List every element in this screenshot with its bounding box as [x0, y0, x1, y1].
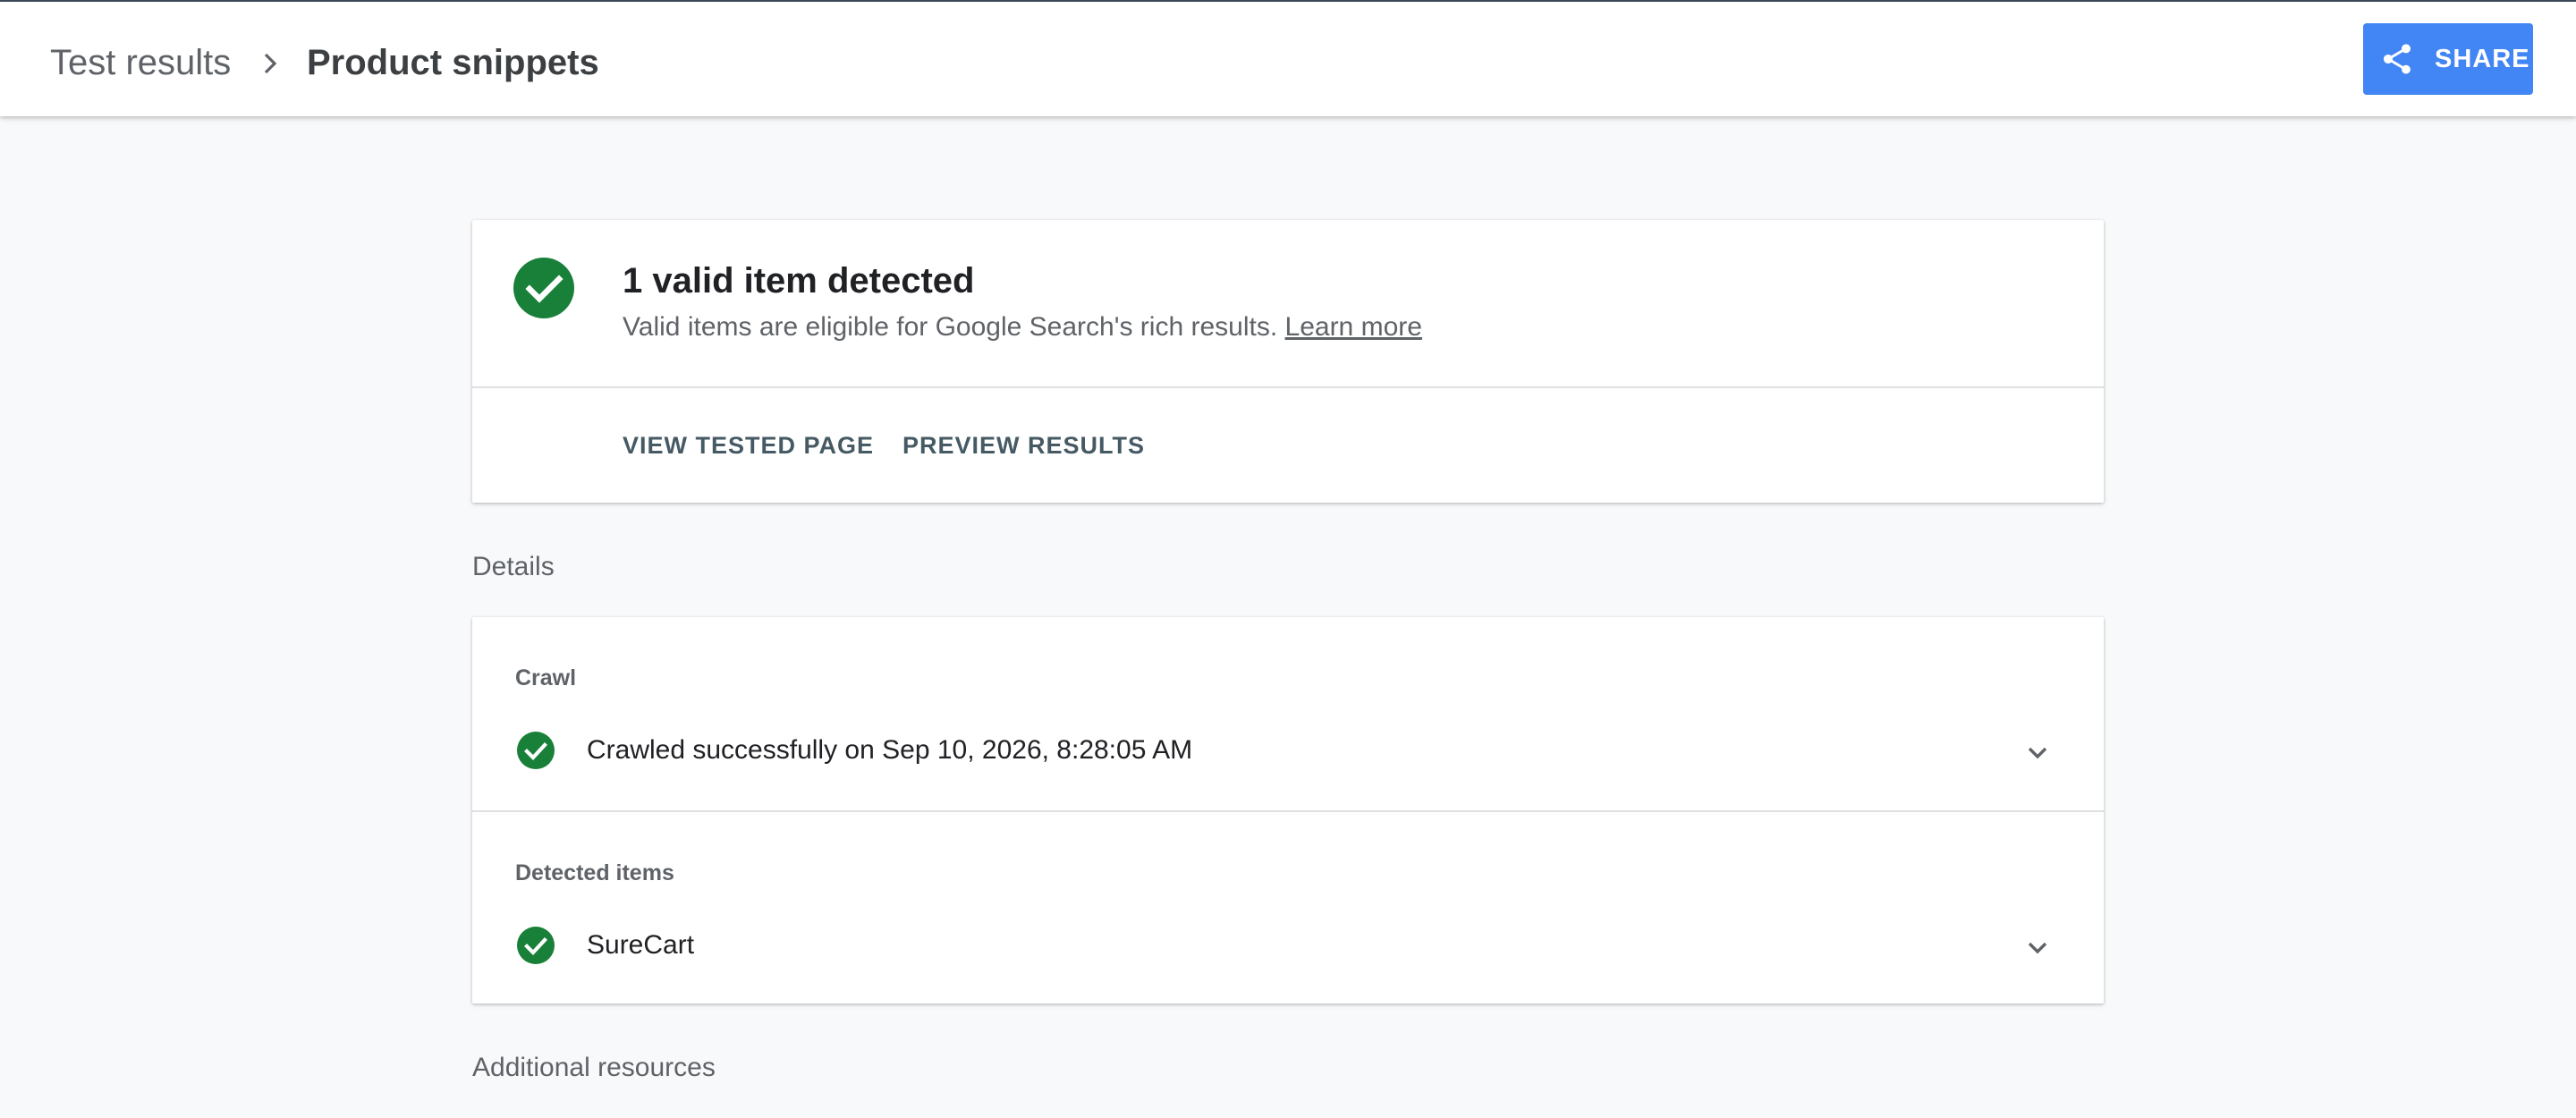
chevron-down-icon[interactable]: [2023, 934, 2052, 962]
detected-items-heading: Detected items: [515, 860, 674, 885]
view-tested-page-button[interactable]: VIEW TESTED PAGE: [623, 429, 874, 462]
summary-subtitle-text: Valid items are eligible for Google Sear…: [623, 312, 1278, 342]
breadcrumb-test-results[interactable]: Test results: [50, 41, 231, 84]
share-button[interactable]: SHARE: [2363, 23, 2533, 95]
check-circle-icon: [517, 732, 555, 769]
details-section-label: Details: [472, 552, 555, 581]
additional-resources-label: Additional resources: [472, 1053, 716, 1082]
detected-items-row[interactable]: Detected items SureCart: [472, 810, 2104, 1004]
preview-results-button[interactable]: PREVIEW RESULTS: [902, 429, 1145, 462]
crawl-heading: Crawl: [515, 665, 577, 690]
check-circle-icon: [517, 927, 555, 964]
app-header: Test results Product snippets SHARE: [0, 2, 2576, 116]
detected-item-name: SureCart: [587, 930, 695, 960]
learn-more-link[interactable]: Learn more: [1285, 312, 1422, 342]
crawl-row[interactable]: Crawl Crawled successfully on Sep 10, 20…: [472, 617, 2104, 810]
chevron-right-icon: [264, 53, 277, 74]
summary-card: 1 valid item detected Valid items are el…: [472, 220, 2104, 503]
details-card: Crawl Crawled successfully on Sep 10, 20…: [472, 617, 2104, 1004]
crawl-status: Crawled successfully on Sep 10, 2026, 8:…: [587, 735, 1193, 765]
summary-subtitle: Valid items are eligible for Google Sear…: [623, 309, 1422, 345]
divider: [472, 386, 2104, 388]
share-button-label: SHARE: [2435, 45, 2530, 73]
check-circle-icon: [513, 258, 574, 318]
summary-title: 1 valid item detected: [623, 261, 975, 301]
page-title: Product snippets: [307, 43, 599, 82]
chevron-down-icon[interactable]: [2023, 739, 2052, 767]
share-icon: [2384, 44, 2411, 74]
